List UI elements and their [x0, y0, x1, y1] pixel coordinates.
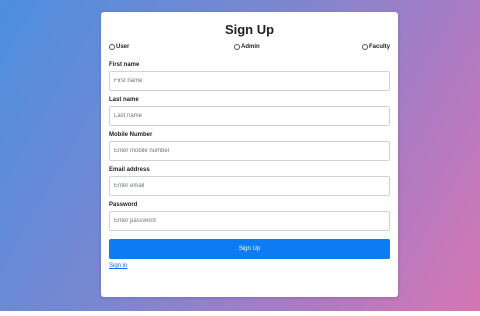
last-name-label: Last name	[109, 97, 139, 103]
signup-button[interactable]: Sign Up	[109, 239, 390, 259]
first-name-input[interactable]	[109, 71, 390, 91]
email-input[interactable]	[109, 176, 390, 196]
password-input[interactable]	[109, 211, 390, 231]
password-group: Password	[109, 201, 390, 231]
role-option-faculty[interactable]: Faculty	[361, 44, 390, 50]
radio-icon[interactable]	[109, 44, 115, 50]
radio-icon[interactable]	[361, 44, 368, 50]
signin-link[interactable]: Sign in	[109, 263, 390, 269]
email-label: Email address	[109, 167, 150, 173]
bottom-strip	[0, 311, 480, 316]
signup-card: Sign Up User Admin Faculty First name La…	[101, 12, 398, 297]
first-name-label: First name	[109, 62, 140, 68]
last-name-group: Last name	[109, 96, 390, 126]
page-background: Sign Up User Admin Faculty First name La…	[0, 0, 480, 316]
mobile-number-label: Mobile Number	[109, 132, 153, 138]
mobile-number-input[interactable]	[109, 141, 390, 161]
radio-icon[interactable]	[234, 44, 240, 50]
role-option-user[interactable]: User	[109, 44, 129, 50]
email-group: Email address	[109, 166, 390, 196]
role-label-admin: Admin	[241, 44, 260, 50]
first-name-group: First name	[109, 61, 390, 91]
role-option-admin[interactable]: Admin	[234, 44, 260, 50]
form-title: Sign Up	[224, 22, 275, 37]
role-label-user: User	[116, 44, 130, 50]
role-selector: User Admin Faculty	[109, 44, 390, 56]
role-label-faculty: Faculty	[368, 44, 390, 50]
mobile-number-group: Mobile Number	[109, 131, 390, 161]
last-name-input[interactable]	[109, 106, 390, 126]
password-label: Password	[109, 202, 138, 208]
